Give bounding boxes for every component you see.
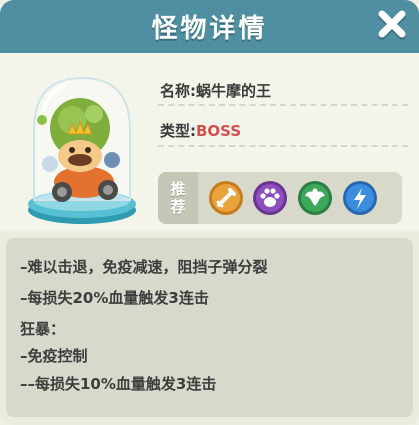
recommend-label-top: 推 — [170, 180, 186, 198]
recommend-label: 推 荐 — [158, 172, 198, 224]
monster-portrait — [28, 76, 136, 224]
monster-detail-panel: 怪物详情 名称:蜗牛摩的王 类型:BOSS 推 荐 –难以击退，免疫减速，阻挡子… — [0, 0, 419, 425]
description-line: –免疫控制 — [20, 347, 88, 365]
recommended-towers: 推 荐 — [158, 172, 402, 224]
lightning-icon[interactable] — [342, 180, 378, 216]
monster-type: 类型:BOSS — [160, 120, 241, 141]
monster-description: –难以击退，免疫减速，阻挡子弹分裂 –每损失20%血量触发3连击 狂暴： –免疫… — [6, 238, 413, 417]
wings-icon[interactable] — [297, 180, 333, 216]
sword-icon[interactable] — [208, 180, 244, 216]
recommend-label-bottom: 荐 — [170, 198, 186, 216]
divider — [158, 145, 408, 147]
type-label: 类型: — [160, 122, 196, 140]
page-title: 怪物详情 — [151, 14, 268, 44]
description-line: –每损失20%血量触发3连击 — [20, 289, 209, 307]
monster-name: 名称:蜗牛摩的王 — [160, 82, 271, 100]
close-icon[interactable] — [375, 7, 409, 41]
description-line: 狂暴： — [20, 320, 66, 338]
paw-icon[interactable] — [252, 180, 288, 216]
type-value: BOSS — [196, 122, 242, 140]
description-line: –难以击退，免疫减速，阻挡子弹分裂 — [20, 258, 268, 276]
description-line: ––每损失10%血量触发3连击 — [20, 375, 217, 393]
panel-header: 怪物详情 — [0, 0, 419, 53]
divider — [158, 104, 408, 106]
